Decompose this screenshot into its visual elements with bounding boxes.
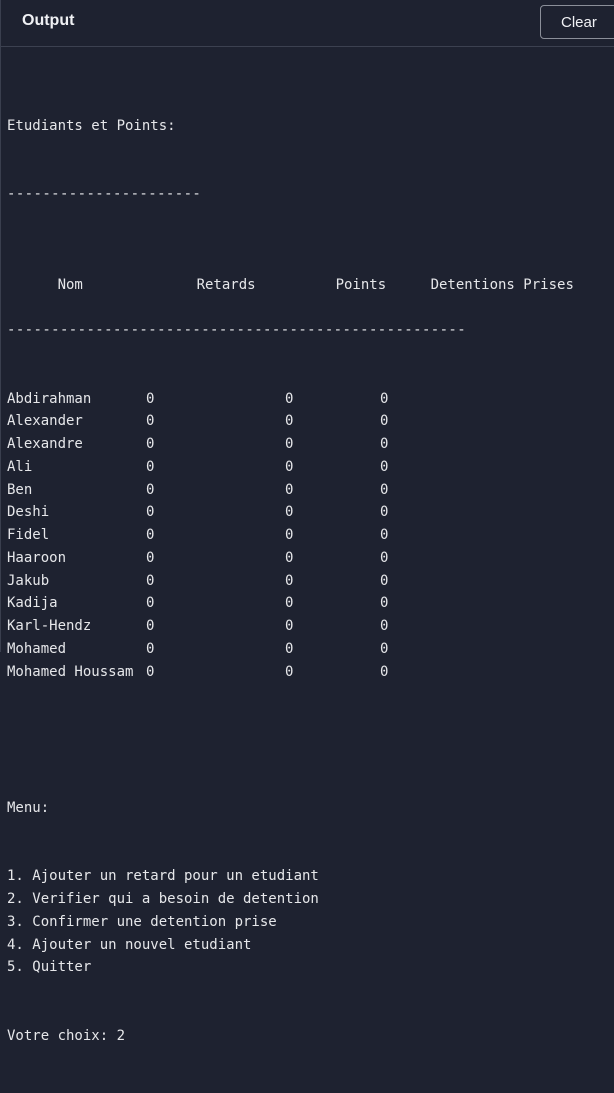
student-name: Alexandre <box>7 436 83 452</box>
points-value: 0 <box>285 413 294 430</box>
menu-item: 2. Verifier qui a besoin de detention <box>7 891 319 907</box>
retards-value: 0 <box>146 481 155 498</box>
choice-prompt: Votre choix: 2 <box>7 1027 126 1044</box>
points-value: 0 <box>285 527 294 543</box>
table-row: Mohamed 0 0 0 <box>7 638 614 661</box>
detentions-value: 0 <box>380 527 389 543</box>
points-value: 0 <box>285 663 294 680</box>
table-row: Karl-Hendz 0 0 0 <box>7 615 614 638</box>
table-row: Alexandre 0 0 0 <box>7 433 614 456</box>
student-name: Deshi <box>7 504 50 521</box>
table-row: Jakub 0 0 0 <box>7 570 614 593</box>
table-rule: ----------------------------------------… <box>7 322 467 339</box>
menu-item: 1. Ajouter un retard pour un etudiant <box>7 868 319 885</box>
points-value: 0 <box>285 436 294 452</box>
table-row: Kadija 0 0 0 <box>7 592 614 615</box>
console-output: Etudiants et Points: -------------------… <box>7 69 614 1093</box>
student-name: Mohamed <box>7 640 67 657</box>
menu-list: 1. Ajouter un retard pour un etudiant 2. … <box>7 865 614 979</box>
table-row: Abdirahman 0 0 0 <box>7 388 614 411</box>
output-header: Output Clear <box>1 0 614 47</box>
table-header: Nom Retards Points Detentions Prises <box>7 251 614 293</box>
detentions-value: 0 <box>380 504 389 521</box>
student-name: Ali <box>7 458 33 475</box>
retards-value: 0 <box>146 595 155 612</box>
detentions-value: 0 <box>380 663 389 680</box>
column-header-retards: Retards <box>196 276 256 293</box>
detentions-value: 0 <box>380 595 389 612</box>
table-row: Ben 0 0 0 <box>7 479 614 502</box>
retards-value: 0 <box>146 390 155 407</box>
student-name: Kadija <box>7 595 58 612</box>
table-row: Haaroon 0 0 0 <box>7 547 614 570</box>
student-name: Ben <box>7 481 33 498</box>
points-value: 0 <box>285 572 294 589</box>
student-name: Haaroon <box>7 549 67 566</box>
student-name: Mohamed Houssam <box>7 663 134 680</box>
retards-value: 0 <box>146 640 155 657</box>
detentions-value: 0 <box>380 481 389 498</box>
table-row: Fidel 0 0 0 <box>7 524 614 547</box>
detentions-value: 0 <box>380 390 389 407</box>
student-name: Abdirahman <box>7 390 92 407</box>
menu-item: 5. Quitter <box>7 959 92 976</box>
points-value: 0 <box>285 549 294 566</box>
output-title: Output <box>22 12 75 29</box>
table-body: Abdirahman 0 0 0 Alexander 0 0 0 Alexandre 0 0 0 Ali… <box>7 388 614 684</box>
retards-value: 0 <box>146 413 155 430</box>
detentions-value: 0 <box>380 458 389 475</box>
points-value: 0 <box>285 390 294 407</box>
menu-item: 4. Ajouter un nouvel etudiant <box>7 936 252 953</box>
points-value: 0 <box>285 618 294 634</box>
retards-value: 0 <box>146 458 155 475</box>
column-header-detentions: Detentions Prises <box>430 276 574 293</box>
retards-value: 0 <box>146 618 155 634</box>
table-row: Mohamed Houssam 0 0 0 <box>7 661 614 684</box>
retards-value: 0 <box>146 572 155 589</box>
retards-value: 0 <box>146 549 155 566</box>
points-value: 0 <box>285 458 294 475</box>
table-row: Deshi 0 0 0 <box>7 501 614 524</box>
heading-rule: ---------------------- <box>7 185 202 202</box>
output-panel: Output Clear Etudiants et Points: ------… <box>0 0 614 1044</box>
student-name: Karl-Hendz <box>7 618 92 634</box>
table-row: Alexander 0 0 0 <box>7 410 614 433</box>
clear-button[interactable]: Clear <box>540 5 614 39</box>
table-row: Ali 0 0 0 <box>7 456 614 479</box>
menu-title: Menu: <box>7 800 50 816</box>
detentions-value: 0 <box>380 549 389 566</box>
detentions-value: 0 <box>380 640 389 657</box>
detentions-value: 0 <box>380 436 389 452</box>
students-heading: Etudiants et Points: <box>7 117 176 134</box>
retards-value: 0 <box>146 527 155 543</box>
student-name: Alexander <box>7 413 83 430</box>
detentions-value: 0 <box>380 572 389 589</box>
column-header-points: Points <box>335 276 387 293</box>
column-header-nom: Nom <box>57 276 83 293</box>
student-name: Jakub <box>7 572 50 589</box>
points-value: 0 <box>285 595 294 612</box>
student-name: Fidel <box>7 527 50 543</box>
retards-value: 0 <box>146 504 155 521</box>
menu-item: 3. Confirmer une detention prise <box>7 913 277 930</box>
detentions-value: 0 <box>380 618 389 634</box>
points-value: 0 <box>285 481 294 498</box>
retards-value: 0 <box>146 436 155 452</box>
points-value: 0 <box>285 504 294 521</box>
retards-value: 0 <box>146 663 155 680</box>
detentions-value: 0 <box>380 413 389 430</box>
points-value: 0 <box>285 640 294 657</box>
